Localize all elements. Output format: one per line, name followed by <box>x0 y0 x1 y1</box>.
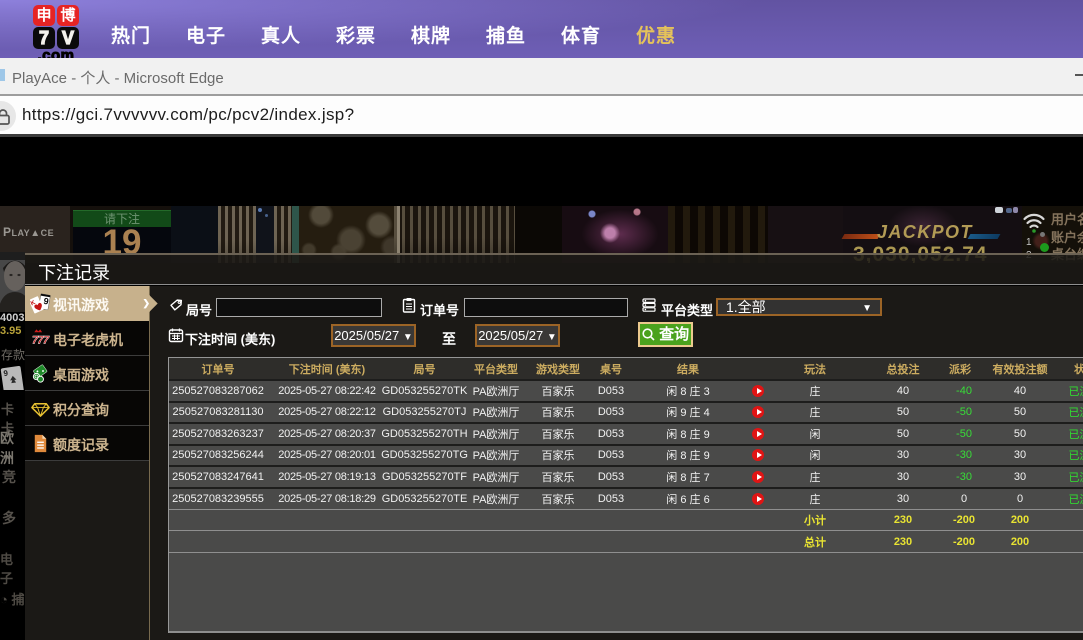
svg-text:777: 777 <box>32 334 50 346</box>
